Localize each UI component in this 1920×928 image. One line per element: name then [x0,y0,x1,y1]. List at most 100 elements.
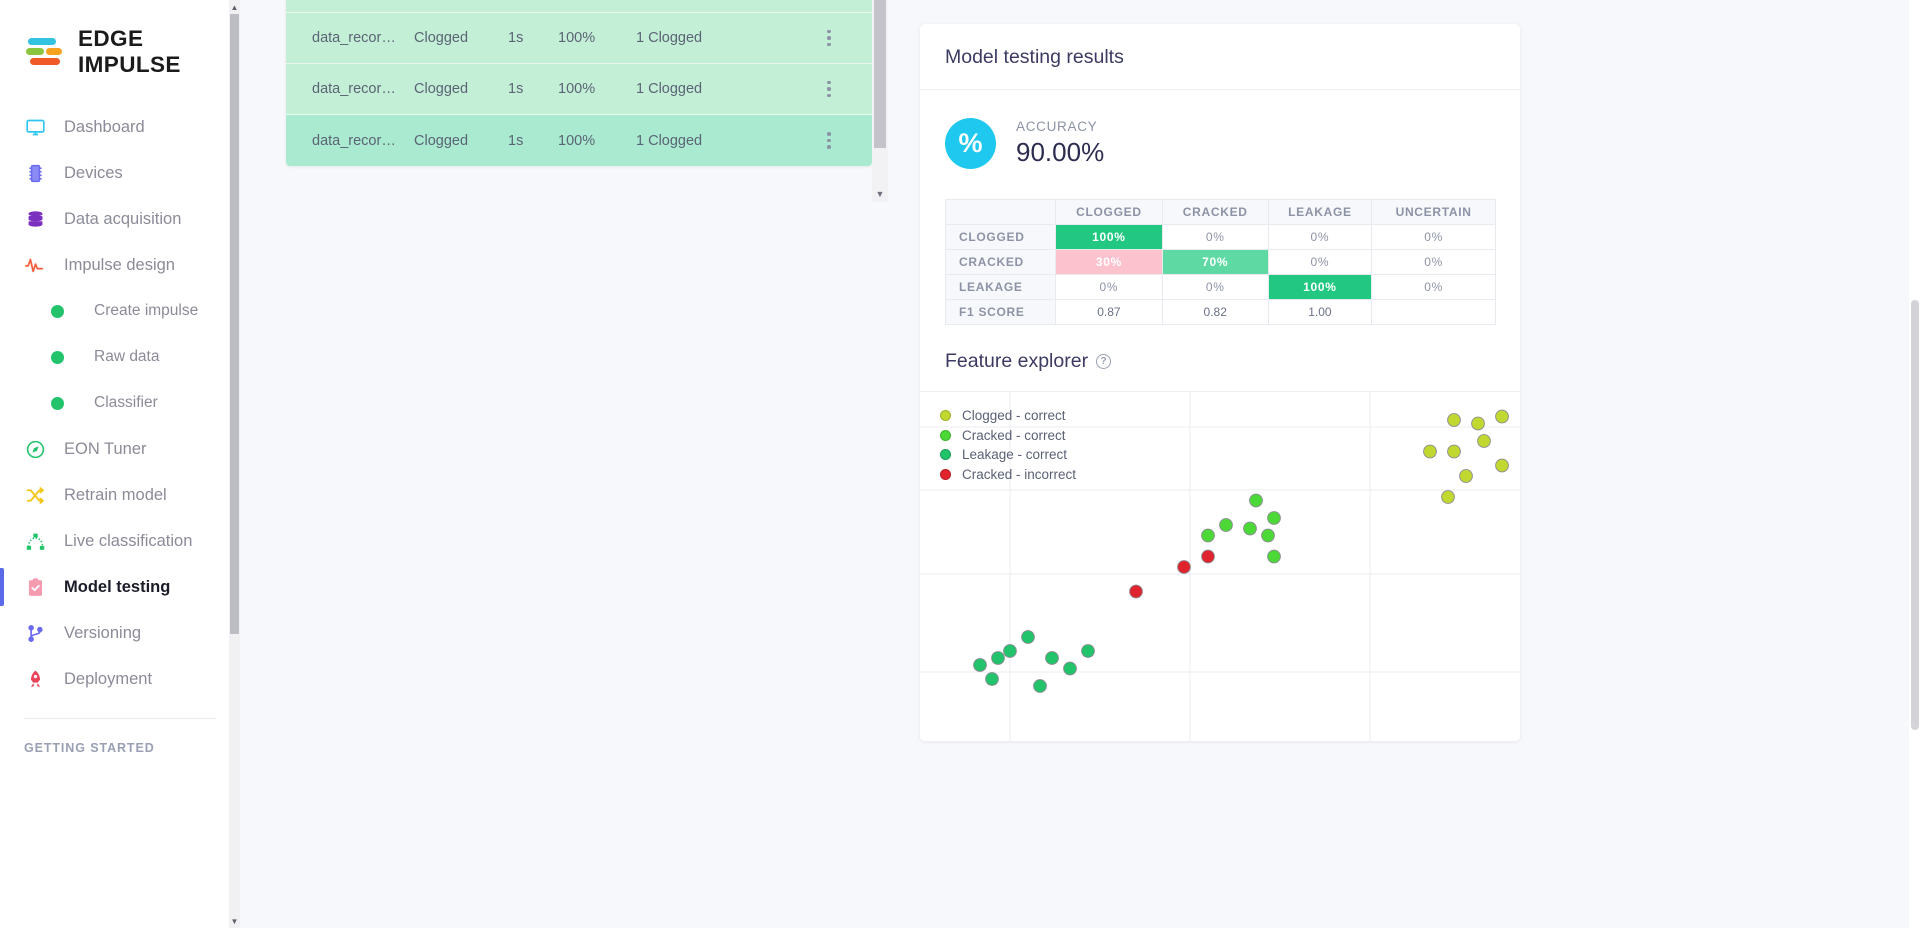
sidebar-scroll-thumb[interactable] [230,14,239,634]
sidebar-item-label: Model testing [64,578,170,597]
scatter-point[interactable] [1442,491,1455,504]
matrix-cell: 0% [1268,250,1372,275]
kebab-menu-icon[interactable] [821,126,837,155]
table-row[interactable]: data_recor… Clogged 1s 100% 1 Clogged [286,13,872,64]
kebab-menu-icon[interactable] [821,0,837,1]
legend-item[interactable]: Cracked - incorrect [940,465,1076,485]
sidebar-item-live-classification[interactable]: Live classification [0,518,240,564]
scatter-point[interactable] [1250,494,1263,507]
legend-color-icon [940,469,951,480]
legend-item[interactable]: Cracked - correct [940,426,1076,446]
scatter-point[interactable] [1496,410,1509,423]
sidebar-item-versioning[interactable]: Versioning [0,610,240,656]
scatter-point[interactable] [1178,561,1191,574]
scatter-point[interactable] [1262,529,1275,542]
scatter-point[interactable] [1064,662,1077,675]
scatter-point[interactable] [1244,522,1257,535]
sidebar-item-devices[interactable]: Devices [0,150,240,196]
sidebar-item-retrain-model[interactable]: Retrain model [0,472,240,518]
matrix-body: CLOGGED100%0%0%0%CRACKED30%70%0%0%LEAKAG… [946,225,1496,325]
legend-color-icon [940,449,951,460]
help-icon[interactable]: ? [1096,354,1111,369]
matrix-column-header: LEAKAGE [1268,200,1372,225]
scroll-down-icon[interactable]: ▼ [229,914,240,928]
sidebar-item-dashboard[interactable]: Dashboard [0,104,240,150]
sidebar-item-label: Create impulse [94,302,198,320]
matrix-column-header: CLOGGED [1056,200,1163,225]
table-row[interactable]: data_recor… Clogged 1s 100% 1 Clogged [286,115,872,166]
accuracy-value: 90.00% [1016,137,1104,168]
sidebar-scrollbar[interactable]: ▲ ▼ [229,0,240,928]
scatter-point[interactable] [986,673,999,686]
scatter-point[interactable] [1022,631,1035,644]
model-testing-results-card: Model testing results % ACCURACY 90.00% … [920,24,1520,741]
sidebar-item-impulse-design[interactable]: Impulse design [0,242,240,288]
scatter-point[interactable] [1082,645,1095,658]
matrix-cell: 0% [1056,275,1163,300]
scatter-point[interactable] [1004,645,1017,658]
row-menu-button[interactable] [786,24,872,53]
percent-icon: % [945,118,996,169]
brand-logo[interactable]: EDGE IMPULSE [0,18,240,78]
scatter-point[interactable] [1268,512,1281,525]
sidebar-item-label: Deployment [64,670,152,689]
scatter-point[interactable] [1268,550,1281,563]
table-row[interactable]: data_recor… Clogged 1s 100% 1 Clogged [286,0,872,13]
dot-icon [46,346,68,368]
sidebar-item-classifier[interactable]: Classifier [0,380,240,426]
sidebar-item-create-impulse[interactable]: Create impulse [0,288,240,334]
sidebar-item-model-testing[interactable]: Model testing [0,564,240,610]
main-content: data_recor… Clogged 1s 100% 1 Clogged da… [240,0,1920,928]
cell-accuracy: 100% [558,133,636,149]
sidebar-item-data-acquisition[interactable]: Data acquisition [0,196,240,242]
kebab-menu-icon[interactable] [821,24,837,53]
scatter-point[interactable] [1046,652,1059,665]
matrix-row-header: LEAKAGE [946,275,1056,300]
sidebar-item-raw-data[interactable]: Raw data [0,334,240,380]
page-scroll-thumb[interactable] [1911,300,1919,730]
legend-item[interactable]: Clogged - correct [940,406,1076,426]
row-menu-button[interactable] [786,0,872,1]
table-scrollbar[interactable]: ▲ ▼ [872,0,888,202]
scatter-point[interactable] [1424,445,1437,458]
scatter-point[interactable] [1496,459,1509,472]
cell-length: 1s [508,81,558,97]
sidebar-nav: Dashboard Devices [0,104,240,702]
matrix-cell: 0% [1162,275,1268,300]
scatter-point[interactable] [1202,529,1215,542]
kebab-menu-icon[interactable] [821,75,837,104]
scroll-down-icon[interactable]: ▼ [872,186,888,202]
scatter-point[interactable] [1472,417,1485,430]
table-row[interactable]: data_recor… Clogged 1s 100% 1 Clogged [286,64,872,115]
legend-label: Cracked - correct [962,428,1066,443]
sidebar-section-getting-started: GETTING STARTED [0,719,240,755]
table-scroll-thumb[interactable] [874,0,886,148]
shuffle-icon [24,484,46,506]
scatter-point[interactable] [1130,585,1143,598]
cell-expected-label: Clogged [414,133,508,149]
scatter-point[interactable] [1220,519,1233,532]
scatter-point[interactable] [974,659,987,672]
scatter-point[interactable] [1202,550,1215,563]
scatter-point[interactable] [1448,414,1461,427]
legend-item[interactable]: Leakage - correct [940,445,1076,465]
row-menu-button[interactable] [786,126,872,155]
matrix-row: LEAKAGE0%0%100%0% [946,275,1496,300]
sidebar-item-deployment[interactable]: Deployment [0,656,240,702]
legend-label: Clogged - correct [962,408,1066,423]
matrix-row-header: F1 SCORE [946,300,1056,325]
branch-icon [24,622,46,644]
page-scrollbar[interactable] [1909,0,1920,928]
sidebar-item-eon-tuner[interactable]: EON Tuner [0,426,240,472]
matrix-header-row: CLOGGED CRACKED LEAKAGE UNCERTAIN [946,200,1496,225]
scatter-point[interactable] [1478,435,1491,448]
scatter-point[interactable] [1448,445,1461,458]
scatter-point[interactable] [1034,680,1047,693]
sidebar-item-label: Impulse design [64,256,175,275]
scatter-point[interactable] [992,652,1005,665]
cell-expected-label: Clogged [414,30,508,46]
scroll-up-icon[interactable]: ▲ [229,0,240,14]
row-menu-button[interactable] [786,75,872,104]
scatter-point[interactable] [1460,470,1473,483]
sidebar-item-label: Dashboard [64,118,145,137]
